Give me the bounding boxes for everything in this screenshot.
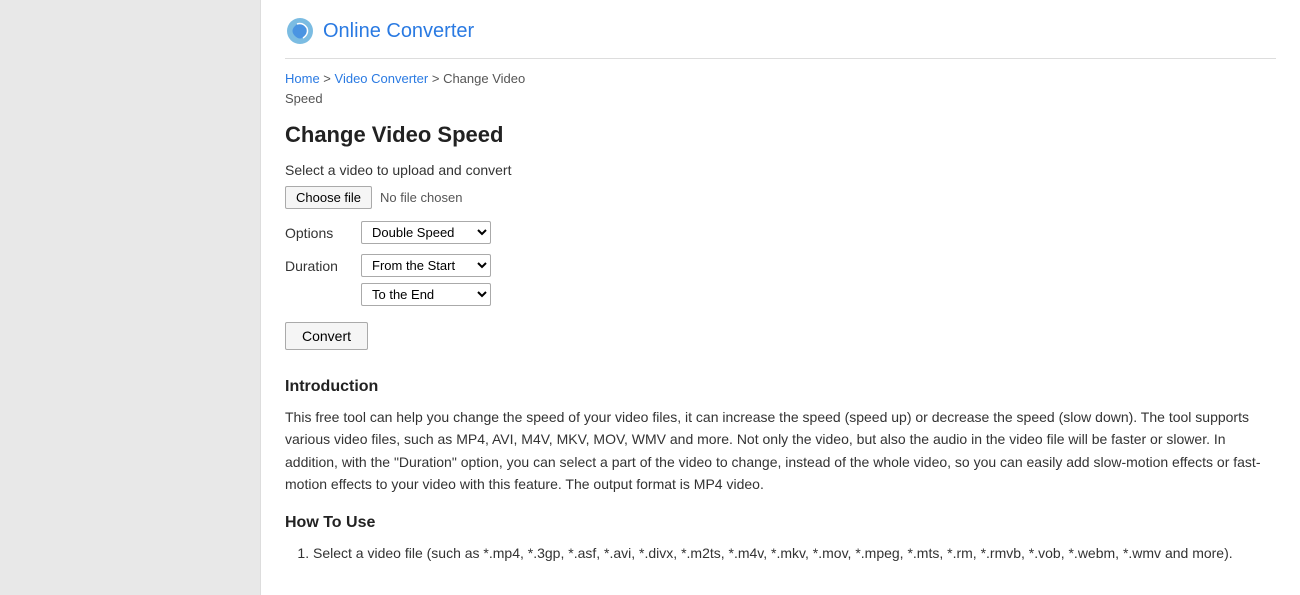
how-to-list: Select a video file (such as *.mp4, *.3g… bbox=[285, 542, 1276, 566]
breadcrumb-sep1: > bbox=[320, 71, 335, 86]
duration-selects: From the Start 0:00:05 0:00:10 0:00:30 T… bbox=[361, 254, 491, 306]
options-label: Options bbox=[285, 225, 355, 241]
breadcrumb-home[interactable]: Home bbox=[285, 71, 320, 86]
options-select[interactable]: Half Speed Normal Speed Double Speed Tri… bbox=[361, 221, 491, 244]
duration-from-select[interactable]: From the Start 0:00:05 0:00:10 0:00:30 bbox=[361, 254, 491, 277]
breadcrumb-current1: Change Video bbox=[443, 71, 525, 86]
breadcrumb-current2: Speed bbox=[285, 91, 323, 106]
site-title: Online Converter bbox=[323, 20, 474, 43]
left-sidebar bbox=[0, 0, 260, 595]
no-file-text: No file chosen bbox=[380, 190, 462, 205]
page-title: Change Video Speed bbox=[285, 122, 1276, 148]
upload-label: Select a video to upload and convert bbox=[285, 162, 1276, 178]
header-divider bbox=[285, 58, 1276, 59]
introduction-text: This free tool can help you change the s… bbox=[285, 406, 1276, 496]
breadcrumb-sep2: > bbox=[428, 71, 443, 86]
options-row: Options Half Speed Normal Speed Double S… bbox=[285, 221, 1276, 244]
breadcrumb-video-converter[interactable]: Video Converter bbox=[335, 71, 429, 86]
introduction-title: Introduction bbox=[285, 378, 1276, 396]
header-bar: Online Converter bbox=[285, 16, 1276, 46]
site-logo-icon bbox=[285, 16, 315, 46]
convert-button[interactable]: Convert bbox=[285, 322, 368, 350]
breadcrumb: Home > Video Converter > Change Video Spe… bbox=[285, 69, 1276, 108]
main-content: Online Converter Home > Video Converter … bbox=[260, 0, 1300, 595]
how-to-use-title: How To Use bbox=[285, 514, 1276, 532]
duration-to-select[interactable]: To the End 0:00:05 0:00:10 0:00:30 bbox=[361, 283, 491, 306]
how-to-step1: Select a video file (such as *.mp4, *.3g… bbox=[313, 542, 1276, 566]
choose-file-button[interactable]: Choose file bbox=[285, 186, 372, 209]
duration-row: Duration From the Start 0:00:05 0:00:10 … bbox=[285, 254, 1276, 306]
file-row: Choose file No file chosen bbox=[285, 186, 1276, 209]
duration-label: Duration bbox=[285, 258, 355, 274]
